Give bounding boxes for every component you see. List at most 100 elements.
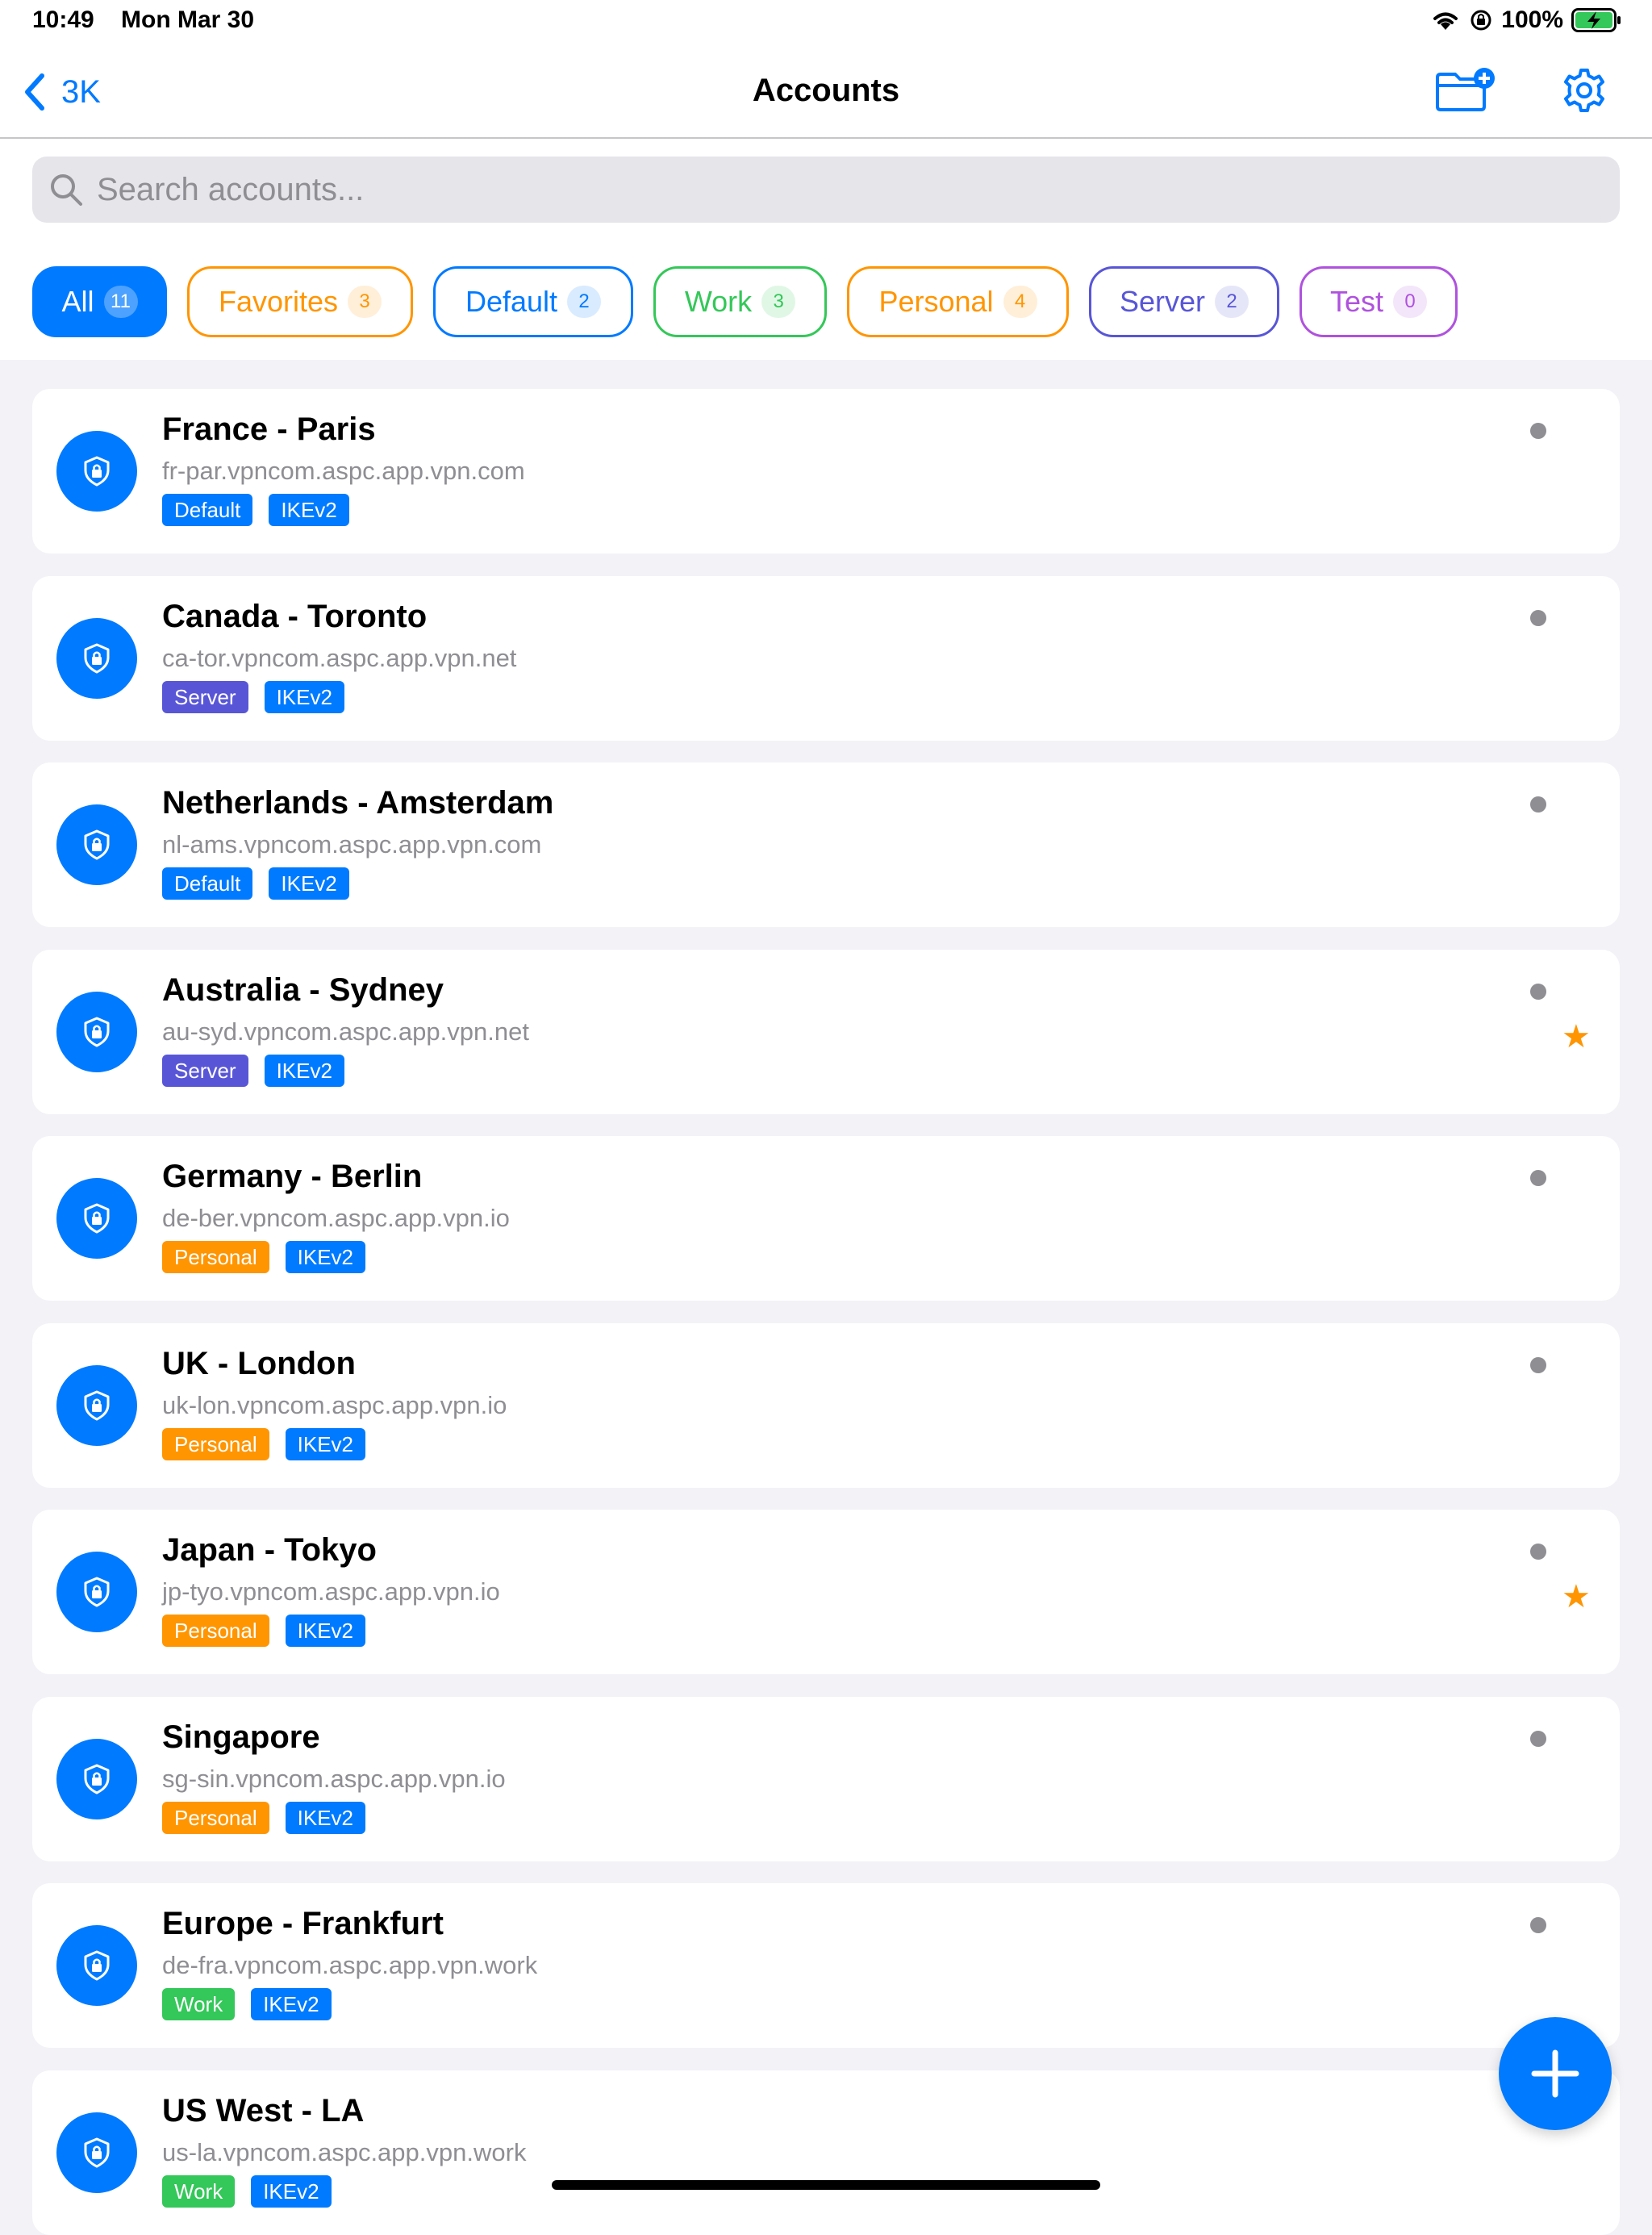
- account-tags: Work IKEv2: [162, 1988, 332, 2020]
- shield-lock-icon: [84, 2137, 110, 2168]
- account-host: ca-tor.vpncom.aspc.app.vpn.net: [162, 644, 517, 672]
- account-name: Netherlands - Amsterdam: [162, 785, 554, 821]
- account-row[interactable]: Germany - Berlin de-ber.vpncom.aspc.app.v…: [32, 1136, 1620, 1301]
- status-dot: [1530, 1544, 1546, 1560]
- filter-chip-label: Work: [684, 285, 753, 318]
- account-row[interactable]: Japan - Tokyo jp-tyo.vpncom.aspc.app.vpn.…: [32, 1510, 1620, 1674]
- wifi-icon: [1433, 12, 1458, 30]
- account-row[interactable]: Canada - Toronto ca-tor.vpncom.aspc.app.v…: [32, 576, 1620, 741]
- shield-lock-icon: [84, 643, 110, 674]
- account-name: Europe - Frankfurt: [162, 1906, 444, 1941]
- filter-chip-label: All: [61, 285, 94, 318]
- account-avatar: [56, 992, 137, 1072]
- shield-lock-icon: [84, 1577, 110, 1607]
- add-account-button[interactable]: [1499, 2017, 1612, 2130]
- account-host: de-fra.vpncom.aspc.app.vpn.work: [162, 1951, 538, 1979]
- shield-lock-icon: [84, 1764, 110, 1794]
- status-dot: [1530, 610, 1546, 626]
- search-input[interactable]: [95, 170, 1547, 209]
- account-tags: Default IKEv2: [162, 867, 349, 900]
- protocol-tag: IKEv2: [285, 1802, 365, 1834]
- account-row[interactable]: France - Paris fr-par.vpncom.aspc.app.vpn…: [32, 389, 1620, 554]
- group-tag: Personal: [162, 1428, 269, 1460]
- filter-chip-label: Personal: [878, 285, 994, 318]
- plus-icon: [1531, 2049, 1579, 2098]
- protocol-tag: IKEv2: [264, 1055, 344, 1087]
- shield-lock-icon: [84, 456, 110, 487]
- group-tag: Default: [162, 867, 253, 900]
- account-name: Canada - Toronto: [162, 599, 428, 634]
- status-dot: [1530, 1731, 1546, 1747]
- account-tags: Personal IKEv2: [162, 1615, 365, 1647]
- status-dot: [1530, 423, 1546, 439]
- filter-chip-count: 4: [1003, 286, 1037, 318]
- settings-button[interactable]: [1560, 66, 1608, 119]
- filter-chip-server[interactable]: Server 2: [1089, 266, 1279, 337]
- page-title: Accounts: [752, 73, 900, 108]
- account-row[interactable]: Netherlands - Amsterdam nl-ams.vpncom.asp…: [32, 762, 1620, 927]
- filter-chip-label: Test: [1329, 285, 1384, 318]
- account-host: de-ber.vpncom.aspc.app.vpn.io: [162, 1204, 510, 1232]
- filter-chip-default[interactable]: Default 2: [433, 266, 633, 337]
- search-section: [0, 139, 1652, 245]
- protocol-tag: IKEv2: [264, 681, 344, 713]
- account-avatar: [56, 1552, 137, 1632]
- battery-charging-icon: [1571, 8, 1621, 32]
- account-host: sg-sin.vpncom.aspc.app.vpn.io: [162, 1765, 506, 1793]
- account-row[interactable]: Singapore sg-sin.vpncom.aspc.app.vpn.io Pe…: [32, 1697, 1620, 1861]
- account-avatar: [56, 1365, 137, 1446]
- filter-chip-count: 3: [761, 286, 796, 318]
- filter-chip-label: Server: [1119, 285, 1206, 318]
- navigation-bar: 3K Accounts: [0, 45, 1652, 139]
- account-avatar: [56, 804, 137, 885]
- protocol-tag: IKEv2: [251, 2175, 332, 2208]
- filter-chip-favorites[interactable]: Favorites 3: [187, 266, 413, 337]
- status-dot: [1530, 1357, 1546, 1373]
- account-tags: Personal IKEv2: [162, 1802, 365, 1834]
- account-row[interactable]: US West - LA us-la.vpncom.aspc.app.vpn.wo…: [32, 2070, 1620, 2235]
- group-tag: Default: [162, 494, 253, 526]
- status-dot: [1530, 796, 1546, 813]
- shield-lock-icon: [84, 829, 110, 860]
- status-bar: 10:49 Mon Mar 30 100%: [0, 0, 1652, 45]
- search-bar[interactable]: [32, 157, 1620, 223]
- group-tag: Personal: [162, 1615, 269, 1647]
- group-tag: Personal: [162, 1802, 269, 1834]
- filter-chip-label: Default: [465, 285, 558, 318]
- account-avatar: [56, 431, 137, 512]
- shield-lock-icon: [84, 1950, 110, 1981]
- account-row[interactable]: Australia - Sydney au-syd.vpncom.aspc.app…: [32, 950, 1620, 1114]
- filter-chip-count: 11: [103, 286, 138, 318]
- account-row[interactable]: UK - London uk-lon.vpncom.aspc.app.vpn.io…: [32, 1323, 1620, 1488]
- filter-chip-test[interactable]: Test 0: [1299, 266, 1458, 337]
- battery-percent: 100%: [1501, 6, 1563, 33]
- account-name: France - Paris: [162, 411, 376, 447]
- status-dot: [1530, 1917, 1546, 1933]
- account-avatar: [56, 1925, 137, 2006]
- filter-chip-all[interactable]: All 11: [32, 266, 167, 337]
- account-tags: Personal IKEv2: [162, 1428, 365, 1460]
- account-host: uk-lon.vpncom.aspc.app.vpn.io: [162, 1391, 507, 1419]
- protocol-tag: IKEv2: [269, 494, 349, 526]
- account-tags: Personal IKEv2: [162, 1241, 365, 1273]
- status-dot: [1530, 1170, 1546, 1186]
- account-name: Australia - Sydney: [162, 972, 444, 1008]
- orientation-lock-icon: [1471, 10, 1491, 31]
- star-icon[interactable]: ★: [1562, 1021, 1591, 1053]
- account-row[interactable]: Europe - Frankfurt de-fra.vpncom.aspc.app…: [32, 1883, 1620, 2048]
- account-host: us-la.vpncom.aspc.app.vpn.work: [162, 2138, 527, 2166]
- folder-plus-icon: [1436, 68, 1495, 111]
- filter-chip-work[interactable]: Work 3: [653, 266, 827, 337]
- account-host: fr-par.vpncom.aspc.app.vpn.com: [162, 457, 525, 485]
- status-date: Mon Mar 30: [121, 6, 255, 33]
- shield-lock-icon: [84, 1390, 110, 1421]
- new-folder-button[interactable]: [1434, 66, 1499, 119]
- status-time: 10:49: [32, 6, 94, 33]
- account-tags: Server IKEv2: [162, 1055, 344, 1087]
- protocol-tag: IKEv2: [285, 1428, 365, 1460]
- magnifier-icon: [51, 174, 82, 206]
- filter-chip-count: 0: [1393, 286, 1428, 318]
- account-name: Germany - Berlin: [162, 1159, 423, 1194]
- filter-chip-personal[interactable]: Personal 4: [847, 266, 1069, 337]
- star-icon[interactable]: ★: [1562, 1581, 1591, 1613]
